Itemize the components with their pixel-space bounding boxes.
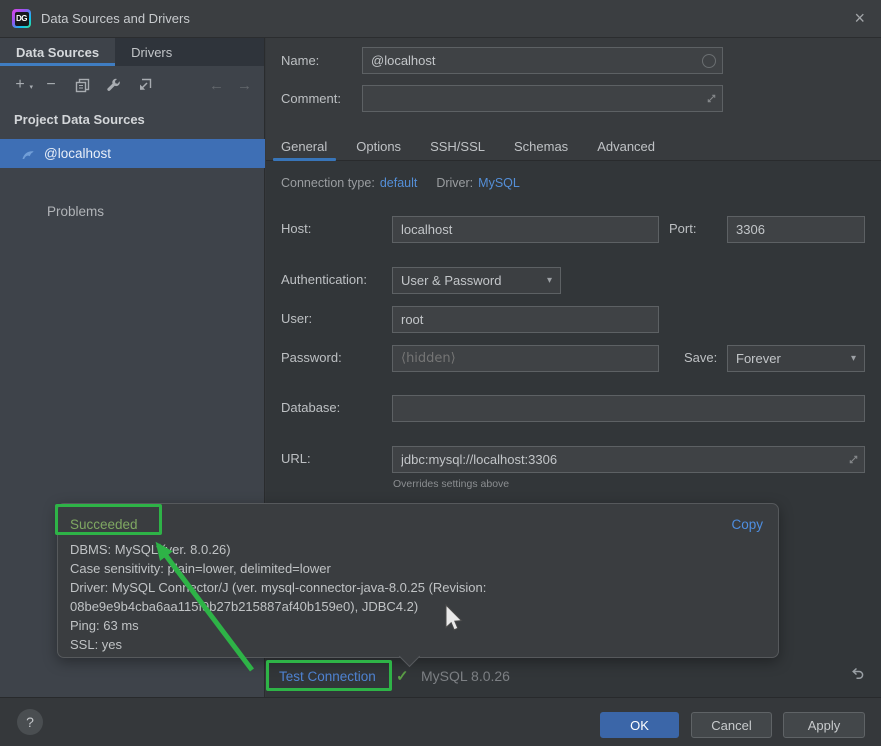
- help-button[interactable]: ?: [17, 709, 43, 735]
- port-input[interactable]: [728, 222, 864, 237]
- tree-item-localhost-label: @localhost: [44, 146, 111, 161]
- database-label: Database:: [281, 395, 340, 421]
- dbms-version-text: MySQL 8.0.26: [421, 668, 510, 684]
- driver-label: Driver:: [436, 176, 473, 190]
- window-title: Data Sources and Drivers: [41, 11, 190, 26]
- database-field-wrap: [392, 395, 865, 422]
- remove-icon[interactable]: −: [43, 77, 59, 93]
- sidebar-tabstrip: Data Sources Drivers: [0, 38, 264, 66]
- result-line: DBMS: MySQL (ver. 8.0.26): [70, 540, 765, 559]
- name-input[interactable]: [363, 53, 702, 68]
- annotation-box-succeeded: [55, 504, 162, 535]
- authentication-value: User & Password: [401, 273, 501, 288]
- tab-drivers-label: Drivers: [131, 45, 172, 60]
- password-label: Password:: [281, 345, 342, 371]
- user-input[interactable]: [393, 312, 658, 327]
- password-input[interactable]: [393, 351, 658, 366]
- database-input[interactable]: [393, 401, 864, 416]
- problems-item[interactable]: Problems: [47, 204, 104, 219]
- add-caret-icon: ▾: [29, 80, 33, 96]
- tab-advanced[interactable]: Advanced: [597, 132, 655, 161]
- datagrip-logo-text: DG: [15, 12, 29, 26]
- save-label: Save:: [684, 345, 717, 371]
- comment-input[interactable]: [363, 91, 706, 106]
- title-bar: DG Data Sources and Drivers ×: [0, 0, 881, 38]
- apply-button[interactable]: Apply: [783, 712, 865, 738]
- settings-tabs: General Options SSH/SSL Schemas Advanced: [281, 132, 655, 161]
- back-icon[interactable]: ←: [209, 77, 224, 94]
- tree-item-localhost[interactable]: @localhost: [0, 139, 265, 168]
- tab-general[interactable]: General: [281, 132, 327, 161]
- save-value: Forever: [736, 351, 781, 366]
- project-data-sources-group: Project Data Sources: [14, 112, 145, 127]
- wrench-icon[interactable]: [105, 77, 121, 93]
- url-field-wrap: [392, 446, 865, 473]
- chevron-down-icon: ▾: [851, 353, 856, 364]
- result-line: 08be9e9b4cba6aa115f9b27b215887af40b159e0…: [70, 597, 765, 616]
- copy-link[interactable]: Copy: [731, 517, 763, 532]
- datagrip-logo-icon: DG: [12, 9, 31, 28]
- port-field-wrap: [727, 216, 865, 243]
- url-input[interactable]: [393, 452, 848, 467]
- expand-icon[interactable]: [706, 93, 717, 104]
- cancel-button[interactable]: Cancel: [691, 712, 772, 738]
- annotation-box-test-connection: [266, 660, 392, 691]
- forward-icon[interactable]: →: [237, 77, 252, 94]
- chevron-down-icon: ▾: [547, 275, 552, 286]
- tab-data-sources-label: Data Sources: [16, 45, 99, 60]
- host-input[interactable]: [393, 222, 658, 237]
- mysql-dolphin-icon: [21, 147, 37, 161]
- tab-drivers[interactable]: Drivers: [115, 38, 188, 66]
- test-result-balloon: Succeeded Copy DBMS: MySQL (ver. 8.0.26)…: [57, 503, 779, 658]
- duplicate-icon[interactable]: [74, 77, 90, 93]
- password-field-wrap: [392, 345, 659, 372]
- help-icon: ?: [26, 714, 34, 730]
- connection-type-row: Connection type: default Driver: MySQL: [281, 176, 520, 190]
- sidebar-toolbar: + ▾ − ← →: [0, 66, 264, 104]
- import-icon[interactable]: [136, 77, 152, 93]
- name-label: Name:: [281, 48, 319, 74]
- host-field-wrap: [392, 216, 659, 243]
- user-label: User:: [281, 306, 312, 332]
- host-label: Host:: [281, 216, 311, 242]
- data-sources-dialog: DG Data Sources and Drivers × Data Sourc…: [0, 0, 881, 746]
- save-select[interactable]: Forever ▾: [727, 345, 865, 372]
- url-hint: Overrides settings above: [393, 478, 509, 490]
- connection-type-label: Connection type:: [281, 176, 375, 190]
- expand-icon[interactable]: [848, 454, 859, 465]
- connection-type-link[interactable]: default: [380, 176, 418, 190]
- result-line: Ping: 63 ms: [70, 616, 765, 635]
- tab-schemas[interactable]: Schemas: [514, 132, 568, 161]
- add-icon[interactable]: + ▾: [12, 77, 28, 93]
- driver-link[interactable]: MySQL: [478, 176, 520, 190]
- comment-field-wrap: [362, 85, 723, 112]
- name-field-wrap: [362, 47, 723, 74]
- authentication-select[interactable]: User & Password ▾: [392, 267, 561, 294]
- tab-ssh-ssl[interactable]: SSH/SSL: [430, 132, 485, 161]
- close-icon[interactable]: ×: [854, 8, 865, 28]
- ok-button[interactable]: OK: [600, 712, 679, 738]
- authentication-label: Authentication:: [281, 267, 367, 293]
- history-nav: ← →: [209, 77, 252, 94]
- checkmark-icon: ✓: [396, 667, 409, 685]
- url-label: URL:: [281, 446, 311, 472]
- tab-options[interactable]: Options: [356, 132, 401, 161]
- comment-label: Comment:: [281, 86, 341, 112]
- port-label: Port:: [669, 216, 696, 242]
- result-line: Driver: MySQL Connector/J (ver. mysql-co…: [70, 578, 765, 597]
- user-field-wrap: [392, 306, 659, 333]
- tab-data-sources[interactable]: Data Sources: [0, 38, 115, 66]
- result-line: Case sensitivity: plain=lower, delimited…: [70, 559, 765, 578]
- balloon-status-row: Succeeded Copy: [70, 512, 765, 536]
- result-line: SSL: yes: [70, 635, 765, 654]
- spinner-icon: [702, 54, 716, 68]
- revert-icon[interactable]: [849, 666, 865, 685]
